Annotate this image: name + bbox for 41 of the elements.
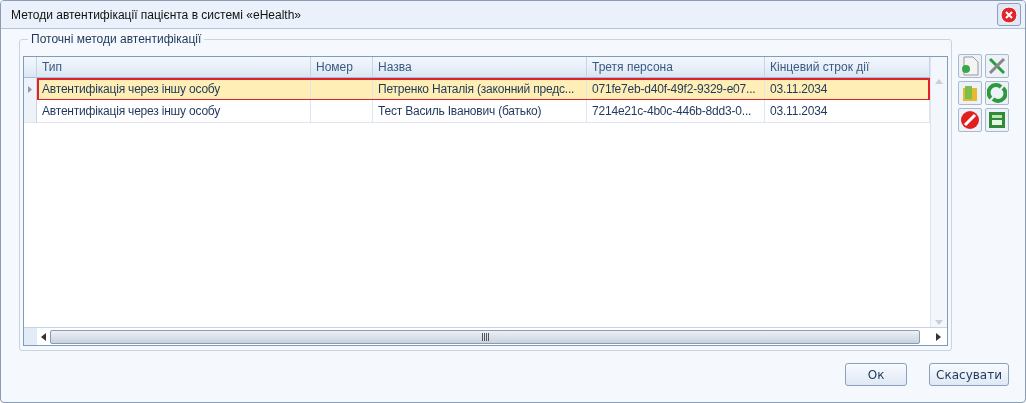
table-cell: 7214e21c-4b0c-446b-8dd3-0... xyxy=(587,100,765,123)
table-row[interactable]: Автентифікація через іншу особу Петренко Наталія (законний предс... 071fe7eb-d40f-49f2-9329-e07... 03.11.2034 xyxy=(37,78,930,101)
table-cell xyxy=(311,100,373,123)
table-row[interactable]: Автентифікація через іншу особу Тест Василь Іванович (батько) 7214e21c-4b0c-446b-8dd3-0... 03.11.2034 xyxy=(37,100,930,123)
toolbar-button[interactable] xyxy=(958,54,982,78)
cancel-button[interactable]: Скасувати xyxy=(929,363,1009,386)
column-header-corner xyxy=(24,57,37,78)
grid-corner xyxy=(24,328,37,345)
column-header[interactable]: Тип xyxy=(37,57,311,78)
scroll-up-icon xyxy=(935,79,943,84)
tools-icon xyxy=(987,56,1007,76)
window-title: Методи автентифікації пацієнта в системі «eHealth» xyxy=(11,7,302,22)
grip-icon xyxy=(481,332,489,341)
row-indicator[interactable] xyxy=(24,78,37,101)
table-cell: Автентифікація через іншу особу xyxy=(37,100,311,123)
vertical-scrollbar[interactable] xyxy=(930,57,947,327)
column-header[interactable]: Назва xyxy=(373,57,587,78)
toolbar-button[interactable] xyxy=(958,108,982,132)
close-button[interactable] xyxy=(997,3,1021,26)
document-icon xyxy=(961,56,979,76)
scrollbar-thumb[interactable] xyxy=(50,329,920,344)
scroll-down-icon xyxy=(935,320,943,325)
refresh-icon xyxy=(987,83,1007,103)
ok-button[interactable]: Ок xyxy=(845,363,908,386)
spreadsheet-icon xyxy=(988,111,1006,129)
toolbar-button[interactable] xyxy=(985,81,1009,105)
close-icon xyxy=(1000,5,1018,24)
toolbar-button[interactable] xyxy=(985,108,1009,132)
scroll-left-icon xyxy=(41,332,46,341)
column-header[interactable]: Кінцевий строк дії xyxy=(765,57,930,78)
row-pointer-icon xyxy=(28,85,32,93)
horizontal-scrollbar[interactable] xyxy=(24,327,947,345)
table-cell: Тест Василь Іванович (батько) xyxy=(373,100,587,123)
cancel-icon xyxy=(960,110,980,130)
toolbar-button[interactable] xyxy=(958,81,982,105)
column-header[interactable]: Номер xyxy=(311,57,373,78)
column-header[interactable]: Третя персона xyxy=(587,57,765,78)
folder-icon xyxy=(961,84,979,102)
scroll-right-icon xyxy=(936,332,941,341)
toolbar-button[interactable] xyxy=(985,54,1009,78)
group-title: Поточні методи автентифікації xyxy=(28,32,205,46)
